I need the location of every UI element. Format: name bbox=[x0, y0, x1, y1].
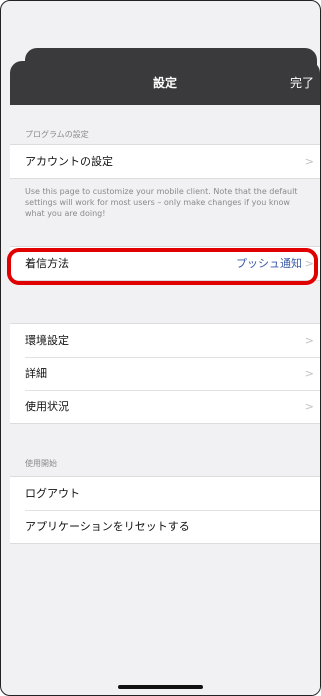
chevron-right-icon: > bbox=[304, 367, 314, 380]
reset-application-row[interactable]: アプリケーションをリセットする bbox=[10, 510, 320, 543]
logout-label: ログアウト bbox=[25, 487, 80, 500]
phone-frame: 設定 完了 プログラムの設定 アカウントの設定 > Use this page … bbox=[0, 0, 321, 696]
account-settings-label: アカウントの設定 bbox=[25, 155, 113, 168]
highlight-frame bbox=[7, 248, 318, 285]
preferences-label: 環境設定 bbox=[25, 334, 69, 347]
usage-label: 使用状況 bbox=[25, 400, 69, 413]
start-group: ログアウト アプリケーションをリセットする bbox=[10, 476, 320, 544]
reset-application-label: アプリケーションをリセットする bbox=[25, 520, 190, 533]
usage-row[interactable]: 使用状況 > bbox=[10, 390, 320, 423]
page-title: 設定 bbox=[152, 76, 177, 90]
account-group: アカウントの設定 > bbox=[10, 144, 320, 179]
settings-note: Use this page to customize your mobile c… bbox=[25, 187, 298, 218]
navigation-bar: 設定 完了 bbox=[10, 61, 320, 105]
details-row[interactable]: 詳細 > bbox=[10, 357, 320, 390]
logout-row[interactable]: ログアウト bbox=[10, 477, 320, 510]
section-header-start: 使用開始 bbox=[25, 459, 57, 468]
done-button[interactable]: 完了 bbox=[290, 61, 314, 105]
preferences-row[interactable]: 環境設定 > bbox=[10, 324, 320, 357]
settings-sheet: プログラムの設定 アカウントの設定 > Use this page to cus… bbox=[10, 105, 320, 695]
section-header-program-settings: プログラムの設定 bbox=[25, 130, 89, 139]
chevron-right-icon: > bbox=[304, 334, 314, 347]
account-settings-row[interactable]: アカウントの設定 > bbox=[10, 145, 320, 178]
home-indicator bbox=[118, 685, 203, 689]
chevron-right-icon: > bbox=[304, 400, 314, 413]
chevron-right-icon: > bbox=[304, 155, 314, 168]
options-group: 環境設定 > 詳細 > 使用状況 > bbox=[10, 323, 320, 424]
details-label: 詳細 bbox=[25, 367, 47, 380]
